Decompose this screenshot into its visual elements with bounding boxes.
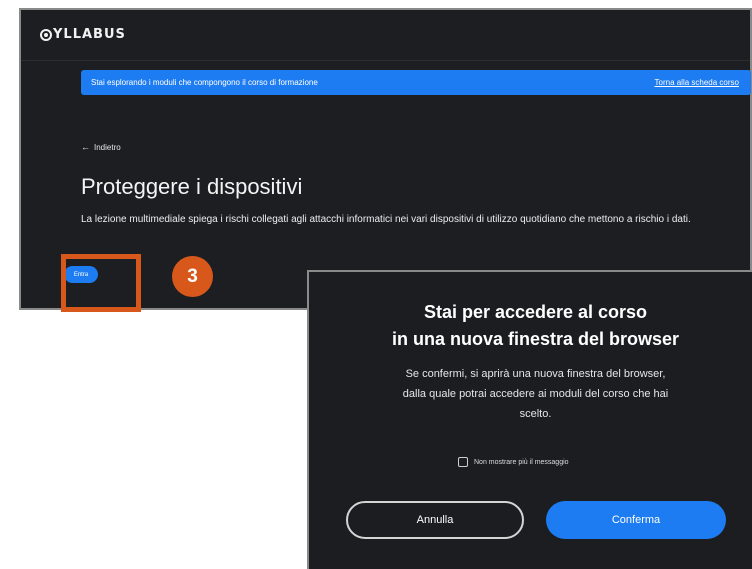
top-bar: YLLABUS: [21, 10, 750, 61]
dialog-message: Se confermi, si aprirà una nuova finestr…: [309, 364, 752, 424]
logo-text: YLLABUS: [53, 27, 126, 42]
dialog-title-line-1: Stai per accedere al corso: [423, 302, 648, 322]
back-to-course-link[interactable]: Torna alla scheda corso: [655, 78, 740, 87]
page-description: La lezione multimediale spiega i rischi …: [81, 214, 691, 225]
page-title: Proteggere i dispositivi: [81, 174, 303, 199]
dialog-message-line-3: scelto.: [519, 408, 552, 420]
info-banner: Stai esplorando i moduli che compongono …: [81, 70, 751, 95]
confirm-dialog: Stai per accedere al corso in una nuova …: [307, 270, 752, 569]
dialog-message-line-1: Se confermi, si aprirà una nuova finestr…: [405, 368, 666, 380]
dialog-title: Stai per accedere al corso in una nuova …: [309, 299, 752, 353]
dont-show-again-label: Non mostrare più il messaggio: [474, 458, 569, 466]
logo[interactable]: YLLABUS: [40, 27, 126, 42]
cancel-button[interactable]: Annulla: [346, 501, 524, 539]
info-banner-text: Stai esplorando i moduli che compongono …: [91, 78, 318, 87]
step-number-badge: 3: [172, 256, 213, 297]
syllabus-logo-icon: [40, 28, 52, 41]
dialog-message-line-2: dalla quale potrai accedere ai moduli de…: [402, 388, 669, 400]
dialog-title-line-2: in una nuova finestra del browser: [391, 329, 680, 349]
dont-show-again-checkbox[interactable]: [458, 457, 468, 467]
arrow-left-icon: ←: [81, 142, 90, 152]
confirm-button[interactable]: Conferma: [546, 501, 726, 539]
annotation-highlight-box: [61, 254, 141, 312]
back-label: Indietro: [94, 142, 121, 152]
dont-show-again-option[interactable]: Non mostrare più il messaggio: [458, 457, 569, 467]
back-link[interactable]: ← Indietro: [81, 142, 121, 152]
